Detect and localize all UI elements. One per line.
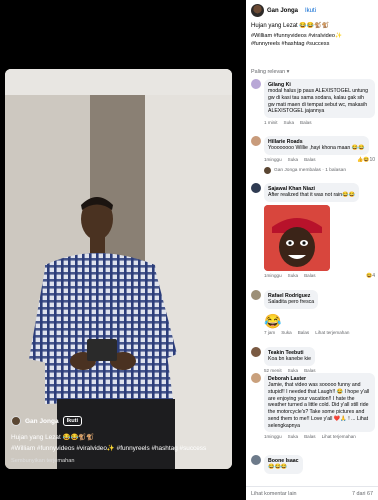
see-translation-link[interactable]: Lihat terjemahan [322,434,356,439]
comment-text: Yoooooooo Willie ,hayi khona maan 😂😂 [268,145,365,151]
post-author-name[interactable]: Gan Jonga [267,8,298,14]
post-hashtags-line1[interactable]: #William #funnyvideos #viralvideo✨ [251,33,342,39]
reply-summary[interactable]: Gan Jonga membalas · 1 balasan [274,168,346,173]
reaction-count-value: 10 [369,156,375,163]
video-hashtags[interactable]: #William #funnyvideos #viralvideo✨ #funn… [11,445,231,453]
comment-time: 52 menit [264,367,282,373]
comment-avatar[interactable] [251,183,261,193]
reply-button[interactable]: Balas [304,434,316,439]
comment-time: 1minggu [264,156,282,162]
reply-button[interactable]: Balas [304,157,316,163]
comment-bubble: Hillarie Roads Yoooooooo Willie ,hayi kh… [264,136,369,155]
like-button[interactable]: Suka [288,157,298,163]
like-button[interactable]: Suka [288,273,298,279]
comment-bubble: Boone Isaac 😂😂😂 [264,455,303,474]
replies-link[interactable]: Gan Jonga membalas · 1 balasan [264,166,375,174]
video-author-row: Gan Jonga Ikuti [11,416,83,426]
reply-avatar [264,166,271,174]
comments-footer: Lihat komentar lain 7 dari 67 [246,486,378,500]
video-caption: Hujan yang Lezat 😂😂🐒🐒 [11,434,95,441]
comment-time: 1 minit [264,120,278,125]
emoji-comment: 😂 [264,313,282,329]
like-button[interactable]: Suka [281,330,291,335]
reply-button[interactable]: Balas [304,368,316,373]
post-author-avatar[interactable] [251,4,264,17]
comment-text: 😂😂😂 [268,464,288,470]
comment-item: Boone Isaac 😂😂😂 [251,455,375,474]
like-button[interactable]: Suka [288,368,298,373]
post-header: Gan Jonga Ikuti Hujan yang Lezat 😂😂🐒🐒 #W… [246,0,378,48]
post-hashtags[interactable]: #William #funnyvideos #viralvideo✨ #funn… [251,32,373,48]
comment-item: Gilang Ki modal halus jp paus ALEXISTOGE… [251,79,375,125]
comment-item: Deborah Laster Jamie, that video was soo… [251,373,375,439]
video-scene [5,69,232,469]
comment-bubble: Deborah Laster Jamie, that video was soo… [264,373,375,433]
comment-time: 1minggu [264,434,282,440]
comment-bubble: Sajawal Khan Niazi After realized that i… [264,183,360,202]
comments-panel: Gan Jonga Ikuti Hujan yang Lezat 😂😂🐒🐒 #W… [246,0,378,500]
comment-time: 1minggu [264,272,282,278]
meme-face-image [264,204,330,271]
comment-avatar[interactable] [251,136,261,146]
post-follow-link[interactable]: Ikuti [305,8,316,14]
comment-bubble: Gilang Ki modal halus jp paus ALEXISTOGE… [264,79,375,118]
comment-avatar[interactable] [251,79,261,89]
comment-item: Teakin Teebuti Koa bn kanebe kie 52 meni… [251,347,375,373]
more-comments-link[interactable]: Lihat komentar lain [251,491,297,497]
comment-text: Koa bn kanebe kie [268,356,311,362]
comment-avatar[interactable] [251,290,261,300]
like-button[interactable]: Suka [288,434,298,439]
comment-avatar-placeholder [251,312,261,322]
reply-button[interactable]: Balas [300,120,312,125]
comment-item: Hillarie Roads Yoooooooo Willie ,hayi kh… [251,136,375,174]
comment-text: modal halus jp paus ALEXISTOGEL untung g… [268,88,369,115]
video-author-name[interactable]: Gan Jonga [25,418,59,425]
reaction-count[interactable]: 👍😆10 [357,157,375,163]
video-player[interactable] [5,69,232,469]
reaction-count[interactable]: 😆4 [366,273,375,279]
reply-button[interactable]: Balas [304,273,316,279]
video-author-avatar[interactable] [11,416,21,426]
comment-bubble: Rafael Rodriguez Saladita pero fresca [264,290,319,309]
reaction-icon: 👍😆 [356,156,370,163]
comment-avatar[interactable] [251,347,261,357]
comment-avatar[interactable] [251,373,261,383]
comment-text: Saladita pero fresca [268,299,315,305]
video-pane: Gan Jonga Ikuti Hujan yang Lezat 😂😂🐒🐒 #W… [0,0,246,500]
reply-button[interactable]: Balas [298,330,310,335]
comments-count: 7 dari 67 [352,490,373,497]
comment-item: Rafael Rodriguez Saladita pero fresca [251,290,375,309]
comment-item: 😂 7 jam Suka Balas Lihat terjemahan [251,312,375,335]
comment-avatar[interactable] [251,455,261,465]
comment-text: Jamie, that video was sooooo funny and s… [268,382,370,429]
comment-time: 7 jam [264,330,276,335]
comment-bubble: Teakin Teebuti Koa bn kanebe kie [264,347,315,366]
post-hashtags-line2[interactable]: #funnyreels #hashtag #success [251,41,329,47]
hide-translation-link[interactable]: Sembunyikan terjemahan [11,458,74,465]
video-follow-button[interactable]: Ikuti [62,416,83,426]
comment-image[interactable] [264,204,330,271]
comment-sort-dropdown[interactable]: Paling relevan ▾ [251,69,289,75]
comment-item: Sajawal Khan Niazi After realized that i… [251,183,375,279]
like-button[interactable]: Suka [284,120,294,125]
post-caption: Hujan yang Lezat 😂😂🐒🐒 [251,23,330,29]
see-translation-link[interactable]: Lihat terjemahan [315,330,349,335]
reaction-count-value: 4 [372,272,375,279]
comment-text: After realized that it was not rain😂😂 [268,192,356,198]
